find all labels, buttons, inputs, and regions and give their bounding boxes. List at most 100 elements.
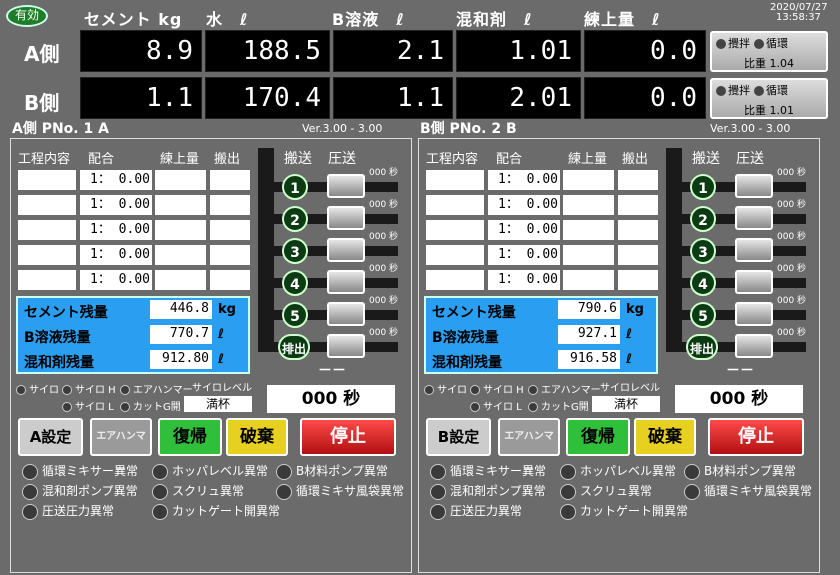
reset-button[interactable]: 復帰 [158,418,222,456]
press-valve-2[interactable] [735,206,773,230]
discharge-indicator[interactable]: 排出 [278,334,310,360]
silo-l-lamp: サイロ L [470,398,522,413]
b-admixture-value: 2.01 [456,77,581,119]
stop-button[interactable]: 停止 [708,418,804,456]
press-valve-3[interactable] [327,238,365,262]
cut-gate-lamp: カットG開 [528,398,589,413]
ratio-cell[interactable]: 1： 0.00 [80,270,152,290]
ratio-cell[interactable]: 1： 0.00 [488,195,560,215]
ratio-cell[interactable]: 1： 0.00 [80,170,152,190]
step-2-indicator[interactable]: 2 [282,206,308,232]
process-cell[interactable] [426,170,484,190]
ratio-cell[interactable]: 1： 0.00 [80,245,152,265]
col-header-water: 水 ℓ [206,10,249,29]
total-cell [155,170,206,190]
press-header: 圧送 [328,151,356,167]
row-label-b: B側 [24,91,60,115]
b-cement-value: 1.1 [80,77,202,119]
step-5-indicator[interactable]: 5 [690,302,716,328]
ratio-cell[interactable]: 1： 0.00 [488,220,560,240]
press-valve-4[interactable] [735,270,773,294]
set-button[interactable]: B設定 [426,418,491,456]
process-cell[interactable] [426,220,484,240]
air-hammer-button[interactable]: エアハンマー [90,418,152,476]
ratio-header: 配合 [496,152,523,167]
alarm-label: 循環ミキサ風袋異常 [704,484,813,498]
press-seconds: 000 秒 [777,168,807,178]
ratio-cell[interactable]: 1： 0.00 [80,195,152,215]
residual-unit: ℓ [218,327,225,342]
discard-button[interactable]: 破棄 [226,418,288,456]
press-valve-2[interactable] [327,206,365,230]
step-4-indicator[interactable]: 4 [282,270,308,296]
press-seconds: 000 秒 [369,296,399,306]
lamp-icon [424,385,434,395]
a-bsolution-value: 2.1 [333,30,453,72]
process-cell[interactable] [426,270,484,290]
process-cell[interactable] [426,195,484,215]
press-valve-6[interactable] [327,334,365,358]
alarm-label: 圧送圧力異常 [42,504,115,518]
press-valve-1[interactable] [735,174,773,198]
alarm-item: 循環ミキサ風袋異常 [684,482,812,500]
press-seconds: 000 秒 [369,200,399,210]
press-valve-4[interactable] [327,270,365,294]
press-seconds: 000 秒 [777,200,807,210]
process-cell[interactable] [18,245,76,265]
alarm-item: カットゲート開異常 [152,502,280,520]
process-cell[interactable] [18,220,76,240]
step-1-indicator[interactable]: 1 [690,174,716,200]
ratio-cell[interactable]: 1： 0.00 [80,220,152,240]
b-bsolution-value: 1.1 [333,77,453,119]
step-4-indicator[interactable]: 4 [690,270,716,296]
alarm-item: 混和剤ポンプ異常 [22,482,138,500]
press-seconds: 000 秒 [777,232,807,242]
process-cell[interactable] [426,245,484,265]
press-valve-3[interactable] [735,238,773,262]
press-valve-1[interactable] [327,174,365,198]
timer-display: 000 秒 [675,385,803,413]
b-cycle-label: 循環 [766,84,788,97]
step-3-indicator[interactable]: 3 [282,238,308,264]
alarm-label: 循環ミキサー異常 [450,464,547,478]
residual-value: 912.80 [150,350,212,369]
cycle-lamp-icon [754,86,764,96]
press-seconds: 000 秒 [777,328,807,338]
ratio-cell[interactable]: 1： 0.00 [488,170,560,190]
press-valve-5[interactable] [735,302,773,326]
alarm-item: ホッパレベル異常 [560,462,676,480]
step-5-indicator[interactable]: 5 [282,302,308,328]
b-specific-gravity: 比重 1.01 [744,104,794,117]
total-cell [563,195,614,215]
discard-button[interactable]: 破棄 [634,418,696,456]
step-3-indicator[interactable]: 3 [690,238,716,264]
ratio-cell[interactable]: 1： 0.00 [488,270,560,290]
lamp-icon [16,385,26,395]
panel-version: Ver.3.00 - 3.00 [710,122,791,135]
discharge-indicator[interactable]: 排出 [686,334,718,360]
silo-lamp: サイロ [16,381,59,396]
alarm-label: B材料ポンプ異常 [704,464,796,478]
press-valve-6[interactable] [735,334,773,358]
set-button[interactable]: A設定 [18,418,83,456]
step-1-indicator[interactable]: 1 [282,174,308,200]
process-cell[interactable] [18,170,76,190]
reset-button[interactable]: 復帰 [566,418,630,456]
convey-header: 搬送 [692,151,720,167]
ratio-cell[interactable]: 1： 0.00 [488,245,560,265]
row-label-a: A側 [24,42,60,66]
alarm-item: カットゲート開異常 [560,502,688,520]
total-header: 練上量 [160,152,200,167]
process-cell[interactable] [18,270,76,290]
press-valve-5[interactable] [327,302,365,326]
panel-title: A側 PNo. 1 A [12,121,109,137]
stop-button[interactable]: 停止 [300,418,396,456]
process-cell[interactable] [18,195,76,215]
out-cell [210,245,250,265]
air-hammer-button[interactable]: エアハンマー [498,418,560,476]
time-display: 13:58:37 [776,12,821,23]
step-2-indicator[interactable]: 2 [690,206,716,232]
total-cell [155,220,206,240]
alarm-label: スクリュ異常 [580,484,653,498]
col-header-cement: セメント kg [84,10,183,29]
